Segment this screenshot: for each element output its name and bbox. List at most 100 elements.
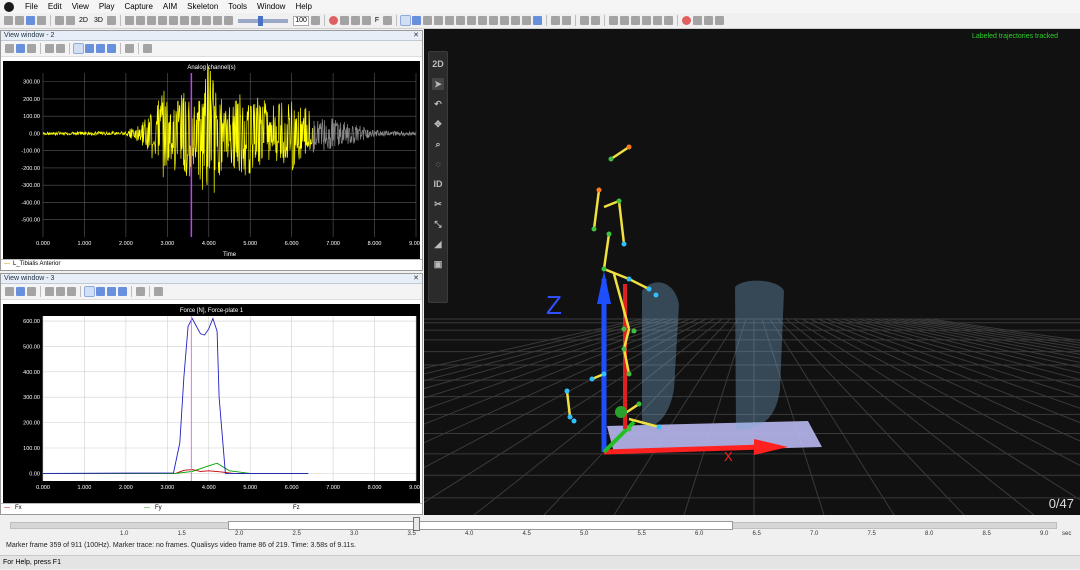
speed-dropdown-icon[interactable] — [310, 16, 320, 25]
window-layout-1-icon[interactable] — [609, 16, 619, 25]
close-icon[interactable]: ✕ — [413, 31, 419, 41]
timeline-range[interactable] — [228, 521, 733, 530]
tools-icon[interactable] — [154, 287, 163, 296]
display-video-icon[interactable] — [511, 16, 521, 25]
settings-icon[interactable] — [37, 16, 46, 25]
identify-icon[interactable] — [350, 16, 360, 25]
display-rays-icon[interactable] — [423, 16, 433, 25]
gaze-icon[interactable] — [551, 16, 561, 25]
chart-type-icon[interactable] — [45, 287, 54, 296]
rotate-tool-icon[interactable]: ↶ — [432, 98, 444, 110]
link-tool-icon[interactable]: ⤡ — [432, 218, 444, 230]
person-icon[interactable] — [580, 16, 590, 25]
window-layout-4-icon[interactable] — [642, 16, 652, 25]
step-back-icon[interactable] — [146, 16, 156, 25]
analog-plot[interactable]: Analog channel(s) 0.000 1.000 2.000 3.000 4.0… — [3, 61, 423, 259]
identify-tool-button[interactable]: ID — [432, 178, 444, 190]
box-tool-icon[interactable]: ▣ — [432, 258, 444, 270]
window-layout-3-icon[interactable] — [631, 16, 641, 25]
zoom-icon[interactable] — [125, 44, 134, 53]
layout-table-icon[interactable] — [118, 287, 127, 296]
stop-icon[interactable] — [168, 16, 178, 25]
eye-tracker-icon[interactable] — [562, 16, 572, 25]
video-icon[interactable] — [106, 16, 116, 25]
record-icon[interactable] — [328, 16, 338, 25]
copy-icon[interactable] — [27, 287, 36, 296]
display-skeleton-icon[interactable] — [533, 16, 543, 25]
cut-tool-icon[interactable]: ✂ — [432, 198, 444, 210]
undo-icon[interactable] — [55, 16, 64, 25]
tools-icon[interactable] — [143, 44, 152, 53]
layout-single-icon[interactable] — [73, 43, 84, 54]
playback-speed-field[interactable]: 100 — [292, 15, 309, 26]
save-icon[interactable] — [16, 287, 25, 296]
menu-capture[interactable]: Capture — [119, 0, 157, 13]
display-cameras-icon[interactable] — [445, 16, 455, 25]
menu-aim[interactable]: AIM — [158, 0, 182, 13]
display-rigid-body-icon[interactable] — [467, 16, 477, 25]
menu-window[interactable]: Window — [252, 0, 290, 13]
layout-stack-icon[interactable] — [85, 44, 94, 53]
playback-speed-slider[interactable] — [237, 15, 288, 26]
view-2d-button[interactable]: 2D — [77, 17, 90, 24]
slider-handle[interactable] — [257, 15, 263, 26]
timeline-playhead[interactable] — [413, 517, 420, 531]
menu-tools[interactable]: Tools — [223, 0, 252, 13]
skeleton-solver-icon[interactable] — [591, 16, 601, 25]
menu-help[interactable]: Help — [290, 0, 316, 13]
play-forward-icon[interactable] — [179, 16, 189, 25]
menu-edit[interactable]: Edit — [43, 0, 67, 13]
link-icon[interactable] — [383, 16, 393, 25]
layout-stack-icon[interactable] — [96, 287, 105, 296]
center-tool-icon[interactable]: ◌ — [432, 158, 444, 170]
new-plot-icon[interactable] — [5, 44, 14, 53]
layout-table-icon[interactable] — [107, 44, 116, 53]
step-back-fast-icon[interactable] — [135, 16, 145, 25]
3d-scene-canvas[interactable]: Z X — [424, 29, 1080, 515]
force-plot[interactable]: Force [N], Force-plate 1 0.000 1.000 2.000 3… — [3, 304, 423, 503]
marker-move-icon[interactable] — [704, 16, 714, 25]
save-icon[interactable] — [16, 44, 25, 53]
select-tool-icon[interactable]: ➤ — [432, 78, 444, 90]
go-to-start-icon[interactable] — [124, 16, 134, 25]
trajectory-tool-icon[interactable] — [339, 16, 349, 25]
menu-play[interactable]: Play — [94, 0, 120, 13]
go-to-end-icon[interactable] — [212, 16, 222, 25]
filter-button[interactable]: F — [373, 17, 381, 24]
menu-file[interactable]: File — [20, 0, 43, 13]
3d-view[interactable]: Z X 2D ➤ ↶ ✥ ⌕ ◌ ID ✂ ⤡ ◢ ▣ Labeled traj… — [424, 29, 1080, 515]
window-layout-6-icon[interactable] — [664, 16, 674, 25]
gap-fill-icon[interactable] — [361, 16, 371, 25]
open-file-icon[interactable] — [15, 16, 24, 25]
loop-icon[interactable] — [223, 16, 233, 25]
marker-red-icon[interactable] — [682, 16, 692, 25]
menu-skeleton[interactable]: Skeleton — [182, 0, 223, 13]
force-options-icon[interactable] — [67, 287, 76, 296]
chart-options-dropdown-icon[interactable] — [56, 287, 65, 296]
translate-tool-icon[interactable]: ✥ — [432, 118, 444, 130]
step-forward-fast-icon[interactable] — [201, 16, 211, 25]
play-backward-icon[interactable] — [157, 16, 167, 25]
new-file-icon[interactable] — [4, 16, 13, 25]
step-forward-icon[interactable] — [190, 16, 200, 25]
save-icon[interactable] — [26, 16, 35, 25]
layout-grid-icon[interactable] — [96, 44, 105, 53]
display-traces-icon[interactable] — [434, 16, 444, 25]
marker-delete-icon[interactable] — [715, 16, 725, 25]
marker-select-icon[interactable] — [693, 16, 703, 25]
close-icon[interactable]: ✕ — [413, 274, 419, 284]
view-2d-toggle[interactable]: 2D — [432, 58, 444, 70]
zoom-tool-icon[interactable]: ⌕ — [432, 138, 444, 150]
layout-grid-icon[interactable] — [107, 287, 116, 296]
window-layout-5-icon[interactable] — [653, 16, 663, 25]
view-3d-button[interactable]: 3D — [92, 17, 105, 24]
display-markers-icon[interactable] — [400, 15, 412, 26]
menu-view[interactable]: View — [67, 0, 94, 13]
display-grid-icon[interactable] — [489, 16, 499, 25]
zoom-icon[interactable] — [136, 287, 145, 296]
layout-single-icon[interactable] — [84, 286, 95, 297]
chart-type-icon[interactable] — [45, 44, 54, 53]
fill-tool-icon[interactable]: ◢ — [432, 238, 444, 250]
display-axes-icon[interactable] — [500, 16, 510, 25]
new-plot-icon[interactable] — [5, 287, 14, 296]
